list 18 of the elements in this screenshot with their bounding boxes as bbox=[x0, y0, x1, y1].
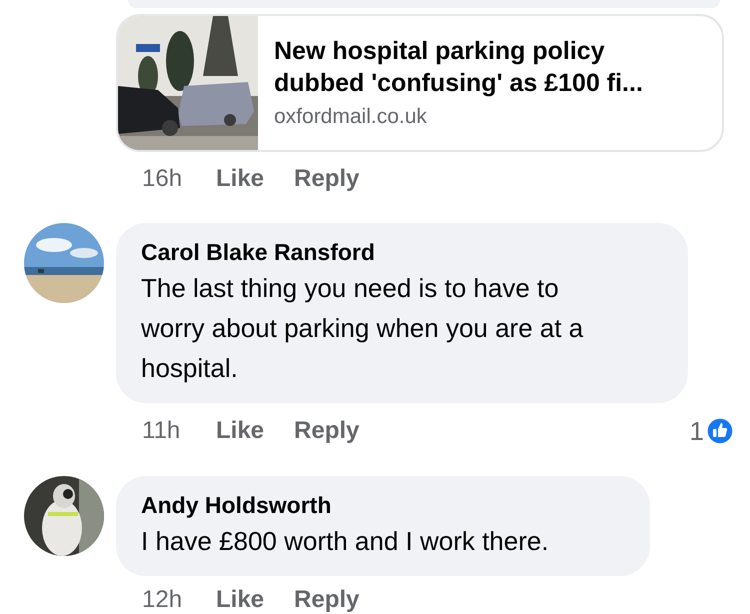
comment-time: 12h bbox=[142, 586, 184, 614]
comment-author: Andy Holdsworth bbox=[141, 491, 332, 519]
like-button[interactable]: Like bbox=[216, 417, 264, 445]
link-domain: oxfordmail.co.uk bbox=[274, 104, 428, 130]
comment-author: Carol Blake Ransford bbox=[141, 238, 376, 266]
reply-button[interactable]: Reply bbox=[294, 417, 360, 445]
thumbs-up-icon bbox=[706, 417, 734, 445]
comment-time: 16h bbox=[142, 165, 184, 193]
like-button[interactable]: Like bbox=[216, 586, 264, 614]
comment-text: I have £800 worth and I work there. bbox=[141, 525, 550, 558]
link-preview-card[interactable]: New hospital parking policy dubbed 'confusing' as £100 fi... oxfordmail.co.uk bbox=[116, 14, 724, 152]
comment-text: The last thing you need is to have to worry about parking when you are at a hospital. bbox=[141, 272, 584, 385]
like-button[interactable]: Like bbox=[216, 165, 264, 193]
link-title: New hospital parking policy dubbed 'confusing' as £100 fi... bbox=[274, 36, 644, 99]
reply-button[interactable]: Reply bbox=[294, 586, 360, 614]
comment-time: 11h bbox=[142, 417, 182, 445]
reaction-count: 1 bbox=[690, 417, 704, 445]
reply-button[interactable]: Reply bbox=[294, 165, 360, 193]
